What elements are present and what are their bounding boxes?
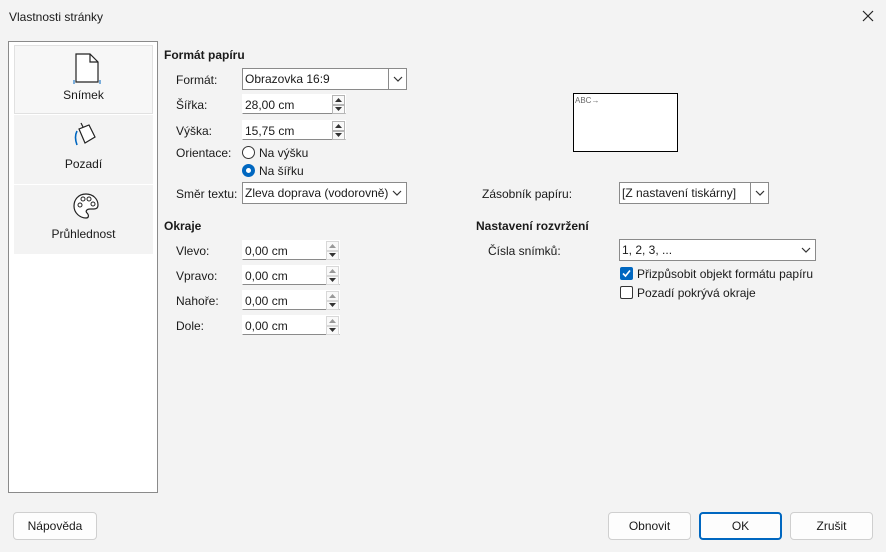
width-value: 28,00 cm <box>245 98 295 112</box>
paper-tray-select[interactable]: [Z nastavení tiskárny] <box>619 182 769 204</box>
width-stepper[interactable] <box>332 95 345 114</box>
sidebar-item-label: Průhlednost <box>51 227 116 241</box>
margin-bottom-value: 0,00 cm <box>245 319 288 333</box>
height-field[interactable]: 15,75 cm <box>242 120 346 140</box>
chevron-down-icon[interactable] <box>797 240 815 260</box>
background-covers-margins-checkbox[interactable] <box>620 286 633 299</box>
text-direction-label: Směr textu: <box>176 187 238 201</box>
paint-bucket-icon <box>71 121 101 151</box>
cancel-button[interactable]: Zrušit <box>790 512 873 540</box>
margin-left-stepper[interactable] <box>326 241 339 260</box>
title-bar: Vlastnosti stránky <box>0 0 886 33</box>
spin-up-icon[interactable] <box>326 316 339 326</box>
spin-down-icon[interactable] <box>332 130 345 140</box>
ok-button[interactable]: OK <box>699 512 782 540</box>
spin-down-icon[interactable] <box>326 275 339 285</box>
slide-numbers-value: 1, 2, 3, ... <box>622 243 673 257</box>
window-title: Vlastnosti stránky <box>9 10 104 24</box>
format-select[interactable]: Obrazovka 16:9 <box>242 68 407 90</box>
height-stepper[interactable] <box>332 121 345 140</box>
margin-left-value: 0,00 cm <box>245 244 288 258</box>
landscape-label[interactable]: Na šířku <box>259 164 304 178</box>
slide-numbers-select[interactable]: 1, 2, 3, ... <box>619 239 816 261</box>
spin-up-icon[interactable] <box>326 291 339 301</box>
spin-down-icon[interactable] <box>332 104 345 114</box>
text-direction-value: Zleva doprava (vodorovně) <box>245 186 389 200</box>
chevron-down-icon[interactable] <box>388 183 406 203</box>
background-covers-margins-label[interactable]: Pozadí pokrývá okraje <box>637 286 756 300</box>
margin-right-field[interactable]: 0,00 cm <box>242 265 340 285</box>
margin-bottom-label: Dole: <box>176 319 205 333</box>
spin-down-icon[interactable] <box>326 325 339 335</box>
margin-bottom-field[interactable]: 0,00 cm <box>242 315 340 335</box>
palette-icon <box>71 191 101 221</box>
sidebar-item-pruhlednost[interactable]: Průhlednost <box>14 185 153 254</box>
spin-up-icon[interactable] <box>326 266 339 276</box>
spin-up-icon[interactable] <box>326 241 339 251</box>
text-direction-select[interactable]: Zleva doprava (vodorovně) <box>242 182 407 204</box>
portrait-label[interactable]: Na výšku <box>259 146 308 160</box>
page-icon <box>72 52 102 84</box>
landscape-radio[interactable] <box>242 164 255 177</box>
sidebar-item-pozadi[interactable]: Pozadí <box>14 115 153 184</box>
orientation-label: Orientace: <box>176 146 232 160</box>
format-value: Obrazovka 16:9 <box>245 72 330 86</box>
margin-left-field[interactable]: 0,00 cm <box>242 240 340 260</box>
paper-tray-value: [Z nastavení tiskárny] <box>622 186 737 200</box>
margins-heading: Okraje <box>164 219 202 233</box>
height-value: 15,75 cm <box>245 124 295 138</box>
portrait-radio[interactable] <box>242 146 255 159</box>
margin-top-stepper[interactable] <box>326 291 339 310</box>
reset-button[interactable]: Obnovit <box>608 512 691 540</box>
height-label: Výška: <box>176 124 213 138</box>
spin-down-icon[interactable] <box>326 300 339 310</box>
sidebar: Snímek Pozadí Průhlednost <box>8 41 158 493</box>
help-button[interactable]: Nápověda <box>13 512 97 540</box>
chevron-down-icon[interactable] <box>388 69 406 89</box>
fit-to-paper-label[interactable]: Přizpůsobit objekt formátu papíru <box>637 267 813 281</box>
paper-tray-label: Zásobník papíru: <box>482 187 573 201</box>
spin-up-icon[interactable] <box>332 95 345 105</box>
paper-format-heading: Formát papíru <box>164 48 245 62</box>
margin-right-stepper[interactable] <box>326 266 339 285</box>
fit-to-paper-checkbox[interactable] <box>620 267 633 280</box>
margin-right-value: 0,00 cm <box>245 269 288 283</box>
width-field[interactable]: 28,00 cm <box>242 94 346 114</box>
checkmark-icon <box>622 269 631 278</box>
width-label: Šířka: <box>176 98 208 112</box>
sidebar-item-label: Pozadí <box>64 157 103 171</box>
format-label: Formát: <box>176 73 218 87</box>
close-icon[interactable] <box>858 6 878 26</box>
chevron-down-icon[interactable] <box>750 183 768 203</box>
margin-top-value: 0,00 cm <box>245 294 288 308</box>
slide-numbers-label: Čísla snímků: <box>488 244 561 258</box>
preview-text: ABC→ <box>575 96 600 105</box>
page-preview: ABC→ <box>573 93 678 152</box>
sidebar-item-label: Snímek <box>63 88 104 102</box>
margin-bottom-stepper[interactable] <box>326 316 339 335</box>
spin-up-icon[interactable] <box>332 121 345 131</box>
margin-top-label: Nahoře: <box>176 294 219 308</box>
sidebar-item-snimek[interactable]: Snímek <box>14 45 153 114</box>
layout-heading: Nastavení rozvržení <box>476 219 589 233</box>
spin-down-icon[interactable] <box>326 250 339 260</box>
margin-left-label: Vlevo: <box>176 244 210 258</box>
margin-top-field[interactable]: 0,00 cm <box>242 290 340 310</box>
margin-right-label: Vpravo: <box>176 269 218 283</box>
